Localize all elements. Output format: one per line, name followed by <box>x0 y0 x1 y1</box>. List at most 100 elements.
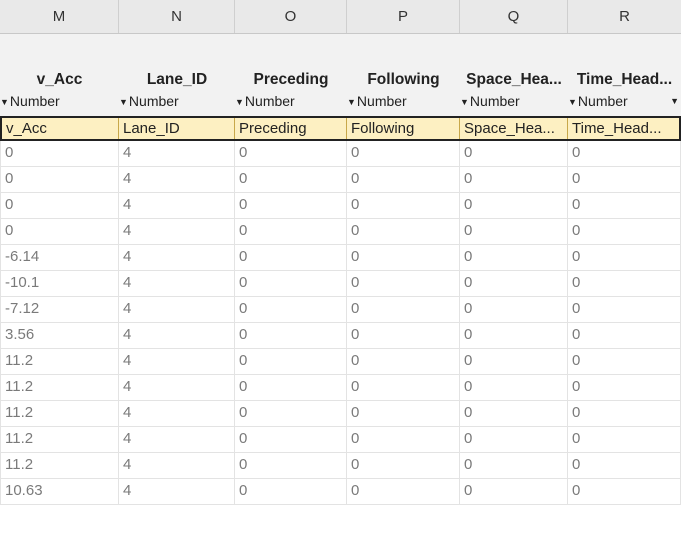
header-cell-following[interactable]: Following <box>347 118 460 139</box>
cell-time-headway[interactable]: 0 <box>568 323 681 348</box>
cell-lane-id[interactable]: 4 <box>119 245 235 270</box>
cell-time-headway[interactable]: 0 <box>568 167 681 192</box>
cell-space-headway[interactable]: 0 <box>460 141 568 166</box>
cell-space-headway[interactable]: 0 <box>460 375 568 400</box>
cell-v-acc[interactable]: -10.1 <box>0 271 119 296</box>
column-letter-Q[interactable]: Q <box>460 0 568 33</box>
cell-lane-id[interactable]: 4 <box>119 271 235 296</box>
cell-preceding[interactable]: 0 <box>235 349 347 374</box>
cell-following[interactable]: 0 <box>347 167 460 192</box>
cell-space-headway[interactable]: 0 <box>460 401 568 426</box>
type-selector-following[interactable]: ▼Number <box>347 91 460 116</box>
cell-lane-id[interactable]: 4 <box>119 297 235 322</box>
cell-space-headway[interactable]: 0 <box>460 349 568 374</box>
cell-v-acc[interactable]: 11.2 <box>0 375 119 400</box>
cell-v-acc[interactable]: 11.2 <box>0 349 119 374</box>
header-cell-lane-id[interactable]: Lane_ID <box>119 118 235 139</box>
cell-space-headway[interactable]: 0 <box>460 219 568 244</box>
cell-space-headway[interactable]: 0 <box>460 453 568 478</box>
cell-lane-id[interactable]: 4 <box>119 141 235 166</box>
cell-preceding[interactable]: 0 <box>235 245 347 270</box>
cell-lane-id[interactable]: 4 <box>119 375 235 400</box>
cell-time-headway[interactable]: 0 <box>568 193 681 218</box>
cell-space-headway[interactable]: 0 <box>460 297 568 322</box>
header-cell-v-acc[interactable]: v_Acc <box>0 118 119 139</box>
column-letter-R[interactable]: R <box>568 0 681 33</box>
cell-v-acc[interactable]: 0 <box>0 193 119 218</box>
cell-preceding[interactable]: 0 <box>235 167 347 192</box>
cell-v-acc[interactable]: 10.63 <box>0 479 119 504</box>
cell-lane-id[interactable]: 4 <box>119 453 235 478</box>
cell-time-headway[interactable]: 0 <box>568 427 681 452</box>
header-cell-time-headway[interactable]: Time_Head... <box>568 118 681 139</box>
header-cell-space-headway[interactable]: Space_Hea... <box>460 118 568 139</box>
cell-following[interactable]: 0 <box>347 245 460 270</box>
cell-preceding[interactable]: 0 <box>235 219 347 244</box>
column-letter-O[interactable]: O <box>235 0 347 33</box>
cell-preceding[interactable]: 0 <box>235 297 347 322</box>
cell-space-headway[interactable]: 0 <box>460 193 568 218</box>
type-selector-space-headway[interactable]: ▼Number <box>460 91 568 116</box>
cell-v-acc[interactable]: 0 <box>0 141 119 166</box>
cell-lane-id[interactable]: 4 <box>119 401 235 426</box>
cell-following[interactable]: 0 <box>347 427 460 452</box>
header-cell-preceding[interactable]: Preceding <box>235 118 347 139</box>
cell-time-headway[interactable]: 0 <box>568 297 681 322</box>
cell-preceding[interactable]: 0 <box>235 193 347 218</box>
cell-following[interactable]: 0 <box>347 219 460 244</box>
cell-following[interactable]: 0 <box>347 271 460 296</box>
cell-lane-id[interactable]: 4 <box>119 427 235 452</box>
cell-time-headway[interactable]: 0 <box>568 401 681 426</box>
cell-following[interactable]: 0 <box>347 297 460 322</box>
cell-following[interactable]: 0 <box>347 349 460 374</box>
cell-space-headway[interactable]: 0 <box>460 323 568 348</box>
cell-space-headway[interactable]: 0 <box>460 427 568 452</box>
cell-following[interactable]: 0 <box>347 375 460 400</box>
cell-preceding[interactable]: 0 <box>235 323 347 348</box>
type-selector-v-acc[interactable]: ▼Number <box>0 91 119 116</box>
cell-preceding[interactable]: 0 <box>235 375 347 400</box>
cell-preceding[interactable]: 0 <box>235 141 347 166</box>
cell-time-headway[interactable]: 0 <box>568 453 681 478</box>
cell-space-headway[interactable]: 0 <box>460 245 568 270</box>
cell-following[interactable]: 0 <box>347 401 460 426</box>
cell-v-acc[interactable]: 11.2 <box>0 427 119 452</box>
type-selector-lane-id[interactable]: ▼Number <box>119 91 235 116</box>
cell-time-headway[interactable]: 0 <box>568 245 681 270</box>
cell-time-headway[interactable]: 0 <box>568 479 681 504</box>
cell-time-headway[interactable]: 0 <box>568 375 681 400</box>
cell-preceding[interactable]: 0 <box>235 427 347 452</box>
cell-v-acc[interactable]: 0 <box>0 219 119 244</box>
cell-v-acc[interactable]: 11.2 <box>0 453 119 478</box>
cell-preceding[interactable]: 0 <box>235 479 347 504</box>
cell-v-acc[interactable]: 11.2 <box>0 401 119 426</box>
column-letter-P[interactable]: P <box>347 0 460 33</box>
cell-time-headway[interactable]: 0 <box>568 141 681 166</box>
cell-lane-id[interactable]: 4 <box>119 167 235 192</box>
chevron-down-icon[interactable]: ▼ <box>670 91 679 111</box>
cell-following[interactable]: 0 <box>347 479 460 504</box>
cell-lane-id[interactable]: 4 <box>119 323 235 348</box>
cell-space-headway[interactable]: 0 <box>460 479 568 504</box>
type-selector-preceding[interactable]: ▼Number <box>235 91 347 116</box>
column-letter-N[interactable]: N <box>119 0 235 33</box>
cell-v-acc[interactable]: 0 <box>0 167 119 192</box>
cell-space-headway[interactable]: 0 <box>460 271 568 296</box>
cell-following[interactable]: 0 <box>347 141 460 166</box>
cell-v-acc[interactable]: 3.56 <box>0 323 119 348</box>
cell-lane-id[interactable]: 4 <box>119 193 235 218</box>
cell-lane-id[interactable]: 4 <box>119 479 235 504</box>
cell-following[interactable]: 0 <box>347 453 460 478</box>
cell-space-headway[interactable]: 0 <box>460 167 568 192</box>
cell-time-headway[interactable]: 0 <box>568 349 681 374</box>
cell-v-acc[interactable]: -6.14 <box>0 245 119 270</box>
cell-following[interactable]: 0 <box>347 193 460 218</box>
type-selector-time-headway[interactable]: ▼Number ▼ <box>568 91 681 116</box>
column-letter-M[interactable]: M <box>0 0 119 33</box>
cell-time-headway[interactable]: 0 <box>568 219 681 244</box>
cell-preceding[interactable]: 0 <box>235 401 347 426</box>
cell-v-acc[interactable]: -7.12 <box>0 297 119 322</box>
cell-lane-id[interactable]: 4 <box>119 219 235 244</box>
cell-preceding[interactable]: 0 <box>235 453 347 478</box>
cell-lane-id[interactable]: 4 <box>119 349 235 374</box>
